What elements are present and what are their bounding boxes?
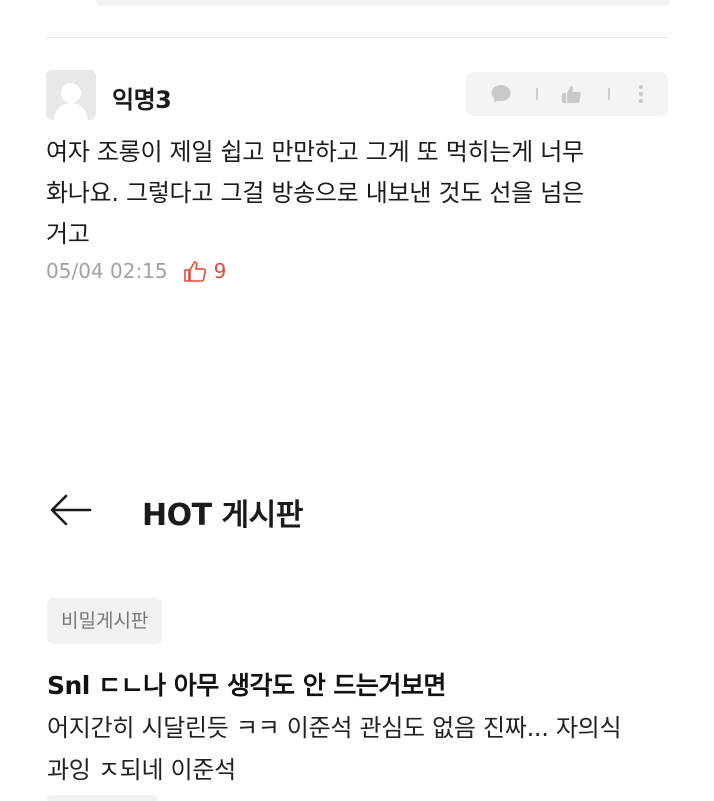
board-header: HOT 게시판	[46, 486, 668, 534]
action-separator	[608, 88, 610, 100]
reply-icon[interactable]	[490, 83, 512, 105]
more-icon[interactable]	[630, 83, 652, 105]
comment-actions	[466, 72, 668, 116]
comment-meta: 05/04 02:15 9	[46, 258, 226, 284]
comment-timestamp: 05/04 02:15	[46, 259, 168, 283]
action-separator	[536, 88, 538, 100]
post-preview[interactable]: 어지간히 시달린듯 ㅋㅋ 이준석 관심도 없음 진짜... 자의식 과잉 ㅈ되네…	[47, 707, 677, 791]
divider	[46, 37, 668, 38]
comment-text: 여자 조롱이 제일 쉽고 만만하고 그게 또 먹히는게 너무 화나요. 그렇다고…	[46, 138, 584, 248]
next-item-edge	[47, 795, 157, 801]
post-title[interactable]: Snl ㄷㄴ나 아무 생각도 안 드는거보면	[47, 666, 446, 702]
page-title: HOT 게시판	[142, 498, 303, 533]
thumbs-up-icon[interactable]	[560, 83, 582, 105]
category-badge[interactable]: 비밀게시판	[47, 598, 163, 644]
previous-comment-edge	[96, 0, 670, 6]
avatar	[46, 70, 96, 120]
back-arrow-icon[interactable]	[46, 490, 94, 530]
like-icon[interactable]	[182, 258, 208, 284]
like-count: 9	[213, 259, 227, 283]
comment-author: 익명3	[112, 86, 172, 114]
